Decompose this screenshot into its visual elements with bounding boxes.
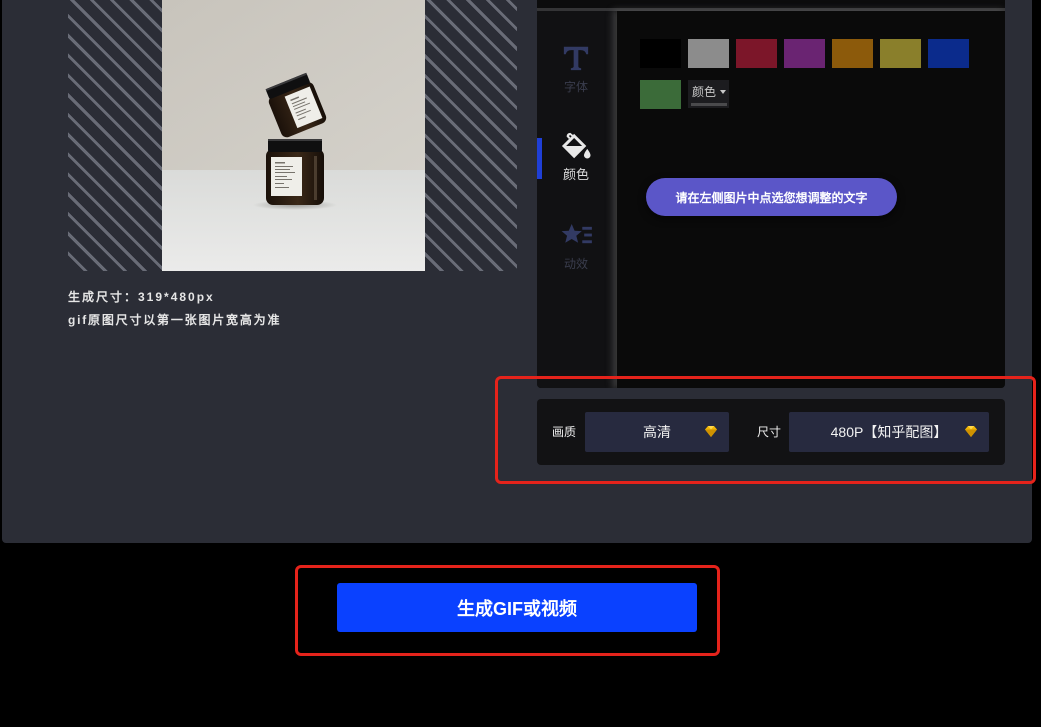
gif-size-note: gif原图尺寸以第一张图片宽高为准 [68,313,282,327]
color-swatch-orange[interactable] [832,39,873,68]
image-preview[interactable] [68,0,517,271]
size-select[interactable]: 480P【知乎配图】 [789,412,989,452]
color-swatch-gray[interactable] [688,39,729,68]
paint-bucket-icon [537,131,615,161]
size-value: 480P【知乎配图】 [830,424,948,440]
sidebar-item-font[interactable]: 字体 [537,43,615,103]
diamond-icon [705,426,717,437]
custom-color-label: 颜色 [692,85,717,99]
output-settings-bar: 画质 高清 尺寸 480P【知乎配图】 [537,399,1005,465]
color-swatch-purple[interactable] [784,39,825,68]
color-swatch-black[interactable] [640,39,681,68]
sidebar-item-color[interactable]: 颜色 [537,131,615,191]
sidebar-item-animation[interactable]: 动效 [537,220,615,280]
sidebar-item-label: 颜色 [562,167,589,182]
star-list-icon [537,220,615,250]
sidebar-item-label: 字体 [563,80,588,94]
current-color-bar [691,103,727,106]
jar-bottom [266,139,324,205]
quality-label: 画质 [552,425,577,439]
color-swatch-green[interactable] [640,80,681,109]
color-swatch-blue[interactable] [928,39,969,68]
preview-photo[interactable] [162,0,425,271]
output-size-text: 生成尺寸：319*480px [68,290,215,304]
chevron-down-icon [720,90,726,94]
generate-gif-button[interactable]: 生成GIF或视频 [337,583,697,632]
custom-color-dropdown[interactable]: 颜色 [688,80,729,108]
text-icon [537,43,615,73]
size-label: 尺寸 [757,425,782,439]
sidebar-item-label: 动效 [563,257,588,271]
color-swatch-olive[interactable] [880,39,921,68]
quality-select[interactable]: 高清 [585,412,729,452]
color-palette: 颜色 [640,39,976,109]
diamond-icon [965,426,977,437]
select-text-hint-button[interactable]: 请在左侧图片中点选您想调整的文字 [646,178,897,216]
style-panel: 字体 颜色 动效 颜色 请在左侧图片中点选您想调整的文字 [537,0,1005,388]
color-swatch-red[interactable] [736,39,777,68]
